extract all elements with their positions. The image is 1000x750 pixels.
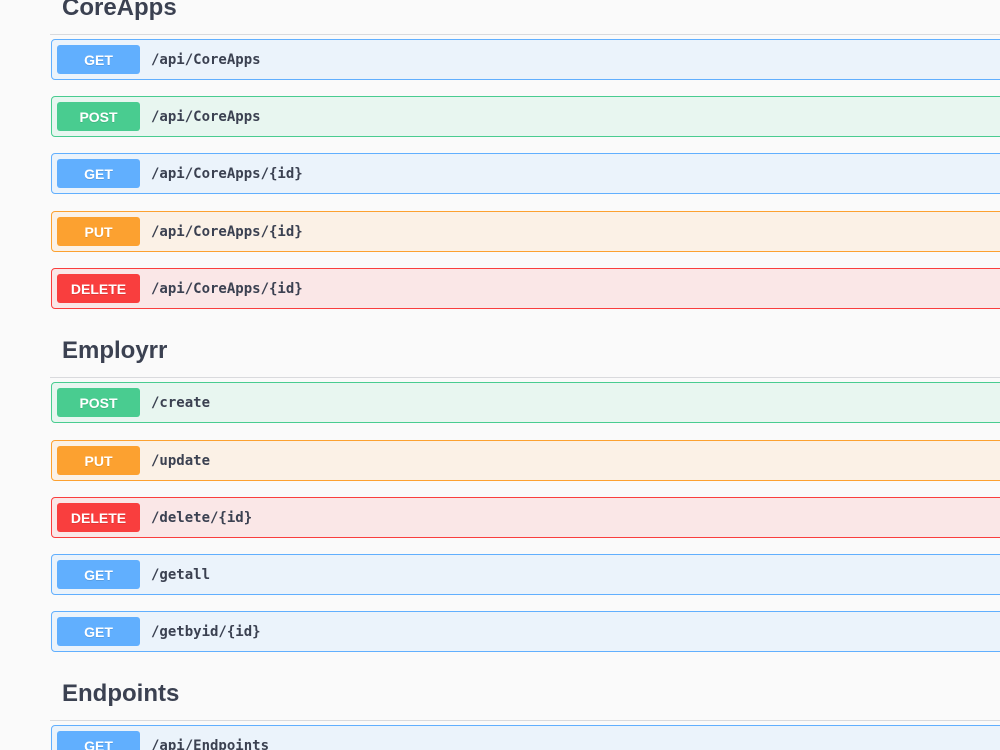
- method-badge: GET: [57, 617, 140, 646]
- section-title-employrr[interactable]: Employrr: [62, 337, 167, 365]
- operation-path: /update: [151, 452, 211, 469]
- operation-get-endpoints[interactable]: GET /api/Endpoints: [51, 725, 1000, 750]
- swagger-operations-page: CoreApps GET /api/CoreApps POST /api/Cor…: [0, 0, 1000, 750]
- operation-put-coreapps-id[interactable]: PUT /api/CoreApps/{id}: [51, 211, 1000, 252]
- operation-post-create[interactable]: POST /create: [51, 382, 1000, 423]
- operation-put-update[interactable]: PUT /update: [51, 440, 1000, 481]
- method-badge: GET: [57, 560, 140, 589]
- method-badge: GET: [57, 731, 140, 750]
- method-badge: DELETE: [57, 274, 140, 303]
- method-badge: GET: [57, 159, 140, 188]
- operation-path: /create: [151, 394, 211, 411]
- section-divider: [50, 377, 1000, 378]
- operation-get-by-id[interactable]: GET /getbyid/{id}: [51, 611, 1000, 652]
- method-badge: GET: [57, 45, 140, 74]
- operation-path: /getbyid/{id}: [151, 623, 261, 640]
- method-badge: DELETE: [57, 503, 140, 532]
- operation-path: /api/CoreApps/{id}: [151, 280, 303, 297]
- operation-path: /delete/{id}: [151, 509, 253, 526]
- operation-post-coreapps[interactable]: POST /api/CoreApps: [51, 96, 1000, 137]
- operation-path: /api/CoreApps/{id}: [151, 165, 303, 182]
- operation-path: /api/CoreApps/{id}: [151, 223, 303, 240]
- method-badge: PUT: [57, 446, 140, 475]
- method-badge: PUT: [57, 217, 140, 246]
- operation-path: /api/Endpoints: [151, 737, 270, 750]
- operation-path: /getall: [151, 566, 211, 583]
- method-badge: POST: [57, 388, 140, 417]
- section-divider: [50, 34, 1000, 35]
- operation-get-coreapps[interactable]: GET /api/CoreApps: [51, 39, 1000, 80]
- operation-get-coreapps-id[interactable]: GET /api/CoreApps/{id}: [51, 153, 1000, 194]
- operation-path: /api/CoreApps: [151, 51, 261, 68]
- section-title-endpoints[interactable]: Endpoints: [62, 680, 179, 708]
- section-divider: [50, 720, 1000, 721]
- method-badge: POST: [57, 102, 140, 131]
- operation-delete-id[interactable]: DELETE /delete/{id}: [51, 497, 1000, 538]
- operation-delete-coreapps-id[interactable]: DELETE /api/CoreApps/{id}: [51, 268, 1000, 309]
- operation-get-all[interactable]: GET /getall: [51, 554, 1000, 595]
- operation-path: /api/CoreApps: [151, 108, 261, 125]
- section-title-coreapps[interactable]: CoreApps: [62, 0, 177, 22]
